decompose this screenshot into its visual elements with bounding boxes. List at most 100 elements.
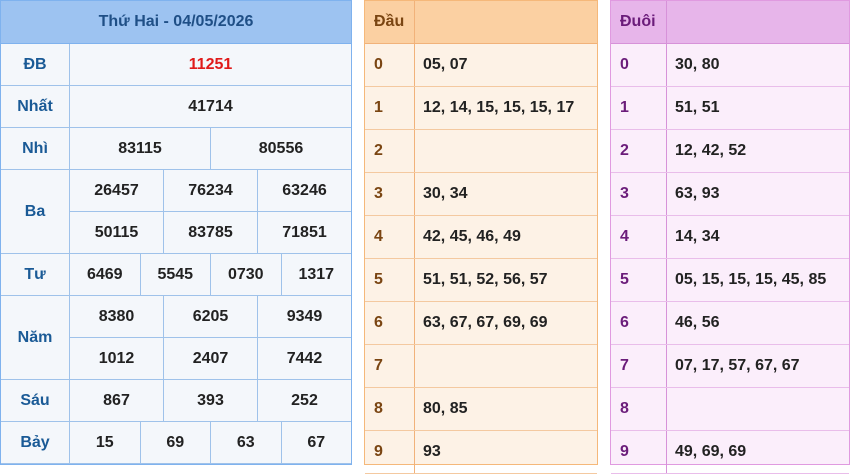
dau-row: 9 93 [365,431,597,474]
prize-number: 67 [280,422,352,463]
duoi-row: 5 05, 15, 15, 15, 45, 85 [611,259,849,302]
dau-values: 12, 14, 15, 15, 15, 17 [423,99,575,116]
prize-values: 8380 6205 9349 1012 2407 7442 [70,296,351,380]
duoi-row: 2 12, 42, 52 [611,130,849,173]
duoi-values: 05, 15, 15, 15, 45, 85 [675,271,827,288]
dau-rows: 0 05, 07 1 12, 14, 15, 15, 15, 17 2 3 30, 34 4 4… [365,44,597,474]
prize-number: 5545 [139,254,211,295]
duoi-key: 1 [611,87,667,129]
duoi-key: 7 [611,345,667,387]
prize-number: 76234 [163,170,257,211]
prize-label: Sáu [1,380,70,422]
special-prize-number: 11251 [188,55,233,73]
duoi-row: 8 [611,388,849,431]
duoi-key: 5 [611,259,667,301]
duoi-values: 51, 51 [675,99,720,116]
dau-row: 6 63, 67, 67, 69, 69 [365,302,597,345]
prize-values: 6469 5545 0730 1317 [70,254,351,296]
prize-number: 867 [103,391,130,409]
duoi-values: 07, 17, 57, 67, 67 [675,357,800,374]
duoi-rows: 0 30, 80 1 51, 51 2 12, 42, 52 3 63, 93 4 14, 34 5… [611,44,849,474]
prize-line: 11251 [70,44,351,85]
dau-key: 1 [365,87,415,129]
prize-number: 50115 [94,223,139,241]
prize-number: 41714 [188,97,233,115]
prize-label: Năm [1,296,70,380]
prize-values: 15 69 63 67 [70,422,351,464]
dau-values: 80, 85 [423,400,468,417]
prize-line: 50115 83785 71851 [70,211,351,253]
duoi-row: 6 46, 56 [611,302,849,345]
duoi-header-row: Đuôi [611,1,849,44]
dau-key: 8 [365,388,415,430]
duoi-key: 4 [611,216,667,258]
duoi-values: 46, 56 [675,314,720,331]
dau-values: 63, 67, 67, 69, 69 [423,314,548,331]
duoi-key: 6 [611,302,667,344]
dau-values: 42, 45, 46, 49 [423,228,521,245]
dau-row: 0 05, 07 [365,44,597,87]
dau-header-row: Đầu [365,1,597,44]
prize-line: 6469 5545 0730 1317 [70,254,351,295]
duoi-row: 9 49, 69, 69 [611,431,849,474]
duoi-row: 3 63, 93 [611,173,849,216]
prize-number: 80556 [210,128,351,169]
dau-key: 2 [365,130,415,172]
dau-values: 30, 34 [423,185,468,202]
dau-key: 7 [365,345,415,387]
prize-number: 63246 [257,170,351,211]
duoi-header-values [667,1,849,43]
dau-values: 51, 51, 52, 56, 57 [423,271,548,288]
prize-label: Bảy [1,422,70,464]
prize-number: 0730 [210,254,281,295]
prize-number: 83115 [118,139,162,157]
prize-number: 63 [210,422,281,463]
prize-number: 9349 [257,296,351,337]
dau-values [415,345,597,387]
prize-number: 2407 [163,338,257,379]
duoi-values: 14, 34 [675,228,720,245]
duoi-row: 4 14, 34 [611,216,849,259]
results-table: Thứ Hai - 04/05/2026 ĐB 11251 Nhất 41714 Nhì… [0,0,352,465]
duoi-values [667,388,849,430]
prize-line: 26457 76234 63246 [70,170,351,211]
prize-number: 71851 [257,212,351,253]
dau-key: 0 [365,44,415,86]
prize-number: 69 [139,422,211,463]
dau-header-values [415,1,597,43]
prize-number: 1317 [280,254,352,295]
prize-number: 393 [163,380,257,421]
prize-number: 1012 [98,349,135,367]
prize-label: ĐB [1,44,70,86]
prize-line: 1012 2407 7442 [70,337,351,379]
dau-row: 8 80, 85 [365,388,597,431]
prize-values: 41714 [70,86,351,128]
prize-number: 8380 [98,307,135,325]
dau-row: 2 [365,130,597,173]
duoi-header: Đuôi [611,1,667,43]
prize-line: 83115 80556 [70,128,351,169]
duoi-row: 1 51, 51 [611,87,849,130]
prize-number: 6205 [163,296,257,337]
prize-values: 11251 [70,44,351,86]
duoi-row: 0 30, 80 [611,44,849,87]
prize-number: 83785 [163,212,257,253]
results-date-header: Thứ Hai - 04/05/2026 [1,1,351,44]
duoi-key: 2 [611,130,667,172]
dau-key: 3 [365,173,415,215]
duoi-key: 0 [611,44,667,86]
prize-line: 41714 [70,86,351,127]
duoi-table: Đuôi 0 30, 80 1 51, 51 2 12, 42, 52 3 63, 93 4 14… [610,0,850,474]
dau-key: 5 [365,259,415,301]
dau-key: 6 [365,302,415,344]
dau-table: Đầu 0 05, 07 1 12, 14, 15, 15, 15, 17 2 3 30, … [364,0,598,474]
dau-row: 5 51, 51, 52, 56, 57 [365,259,597,302]
dau-key: 4 [365,216,415,258]
duoi-values: 63, 93 [675,185,720,202]
prize-line: 15 69 63 67 [70,422,351,463]
prize-number: 26457 [94,181,139,199]
prize-line: 8380 6205 9349 [70,296,351,337]
duoi-values: 12, 42, 52 [675,142,747,159]
prize-number: 6469 [86,265,123,283]
duoi-key: 9 [611,431,667,473]
